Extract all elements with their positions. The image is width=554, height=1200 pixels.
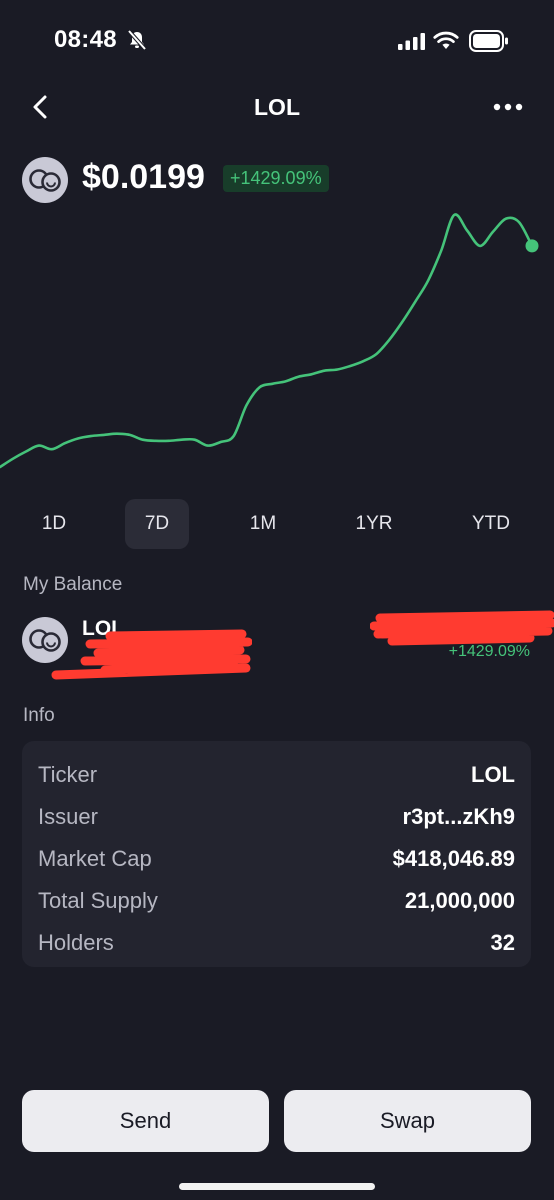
range-tab-1m[interactable]: 1M	[236, 499, 290, 549]
info-label: Total Supply	[38, 888, 158, 913]
info-heading: Info	[23, 705, 55, 726]
token-price: $0.0199	[82, 158, 205, 196]
range-tab-1d[interactable]: 1D	[28, 499, 80, 549]
page-title: LOL	[254, 94, 300, 120]
token-detail-screen: 08:48 LOL $0.0199 +1429.09% 1D 7D 1M 1YR…	[0, 0, 554, 1200]
price-line	[0, 213, 534, 469]
info-label: Ticker	[38, 762, 98, 787]
send-button[interactable]: Send	[22, 1090, 269, 1152]
token-logo-icon	[22, 157, 68, 203]
info-row-ticker: Ticker LOL	[38, 754, 515, 796]
info-label: Issuer	[38, 804, 98, 829]
status-time: 08:48	[54, 26, 117, 53]
price-chart[interactable]	[0, 205, 554, 475]
info-value: $418,046.89	[392, 846, 515, 871]
info-row-issuer: Issuer r3pt...zKh9	[38, 796, 515, 838]
info-row-market-cap: Market Cap $418,046.89	[38, 838, 515, 880]
redaction-scribble-left	[51, 629, 252, 680]
info-label: Holders	[38, 930, 114, 955]
battery-icon	[469, 30, 508, 52]
info-value[interactable]: r3pt...zKh9	[403, 804, 515, 830]
home-indicator[interactable]	[179, 1183, 375, 1190]
current-price-dot	[525, 239, 539, 253]
range-tab-ytd[interactable]: YTD	[463, 499, 519, 549]
balance-change-percent: +1429.09%	[448, 643, 530, 660]
wifi-icon	[433, 31, 459, 49]
info-label: Market Cap	[38, 846, 152, 871]
range-tab-7d[interactable]: 7D	[125, 499, 189, 549]
price-change-badge: +1429.09%	[223, 165, 329, 192]
info-row-total-supply: Total Supply 21,000,000	[38, 880, 515, 922]
info-row-holders: Holders 32	[38, 922, 515, 964]
bell-muted-icon	[127, 29, 147, 51]
info-value: 21,000,000	[404, 888, 515, 913]
info-value: 32	[490, 930, 515, 955]
range-tab-1yr[interactable]: 1YR	[343, 499, 405, 549]
back-chevron-icon[interactable]	[28, 92, 54, 122]
more-options-icon[interactable]	[490, 96, 526, 118]
swap-button[interactable]: Swap	[284, 1090, 531, 1152]
status-bar: 08:48	[0, 0, 554, 84]
my-balance-heading: My Balance	[23, 574, 123, 595]
info-value: LOL	[471, 762, 515, 787]
redaction-scribble-right	[370, 610, 554, 646]
info-card: Ticker LOL Issuer r3pt...zKh9 Market Cap…	[22, 741, 531, 967]
cellular-signal-icon	[398, 33, 425, 50]
